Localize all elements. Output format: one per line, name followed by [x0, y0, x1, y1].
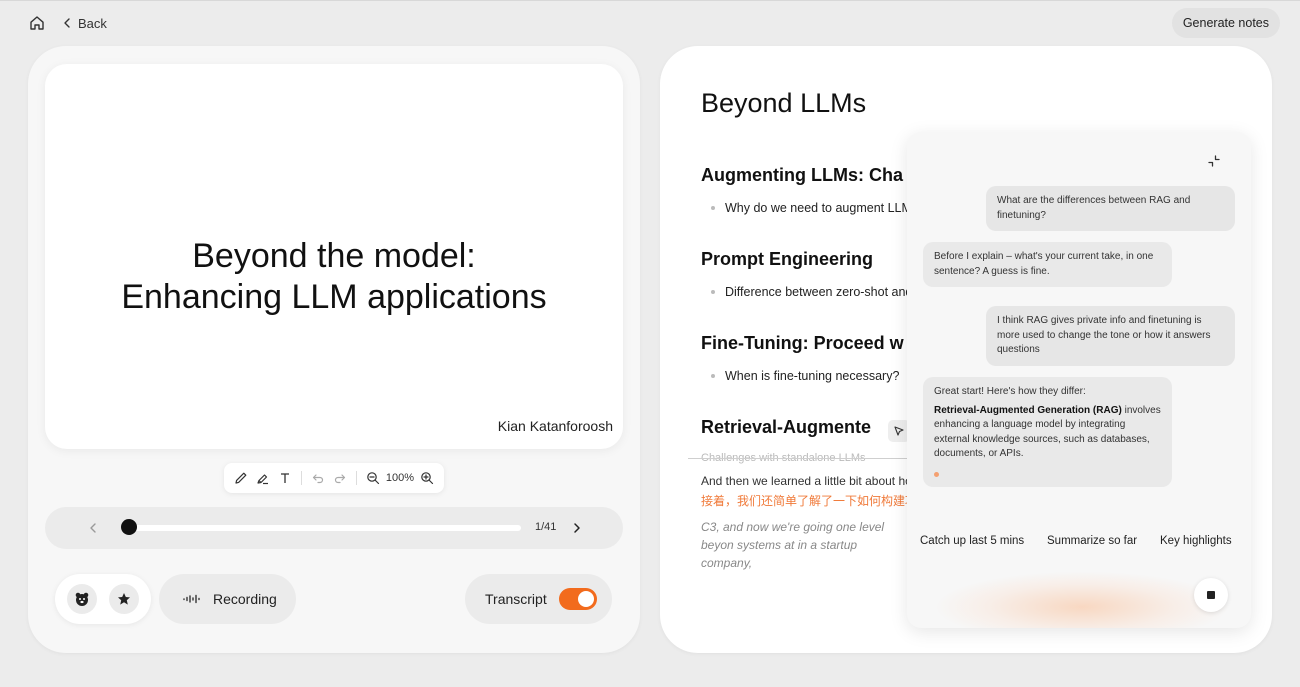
section-bullet: When is fine-tuning necessary?	[711, 369, 899, 383]
assistant-message: Before I explain – what's your current t…	[923, 242, 1172, 287]
page-counter: 1/41	[535, 521, 557, 533]
stop-icon	[1207, 591, 1215, 599]
mascot-button[interactable]	[67, 584, 97, 614]
section-bullet: Why do we need to augment LLM	[711, 201, 912, 215]
bullet-dot	[711, 206, 715, 210]
typing-indicator	[934, 471, 939, 477]
collapse-icon[interactable]	[1205, 152, 1223, 170]
slide-panel: Beyond the model: Enhancing LLM applicat…	[28, 46, 640, 653]
home-icon	[30, 16, 44, 30]
transcript-label: Transcript	[485, 591, 547, 607]
section-heading: Augmenting LLMs: Cha	[701, 165, 903, 185]
transcript-chinese: 接着，我们还简单了解了一下如何构建项	[701, 494, 918, 508]
user-message: What are the differences between RAG and…	[986, 186, 1235, 231]
highlighter-tool[interactable]	[254, 468, 272, 488]
slide-canvas: Beyond the model: Enhancing LLM applicat…	[45, 64, 623, 449]
next-slide-button[interactable]	[567, 518, 587, 538]
bullet-dot	[711, 374, 715, 378]
pencil-icon	[235, 472, 247, 484]
section-heading: Prompt Engineering	[701, 249, 874, 269]
annotation-toolbar: 100%	[224, 463, 444, 493]
bear-icon	[75, 592, 89, 606]
zoom-out-icon	[367, 472, 379, 485]
home-button[interactable]	[26, 12, 48, 34]
transcript-italic: C3, and now we're going one level beyon …	[701, 520, 885, 570]
highlighter-icon	[257, 474, 269, 485]
generate-notes-button[interactable]: Generate notes	[1171, 8, 1280, 38]
undo-icon	[312, 474, 324, 484]
zoom-out-button[interactable]	[364, 468, 382, 488]
zoom-in-button[interactable]	[418, 468, 436, 488]
text-tool[interactable]	[276, 468, 294, 488]
stop-button[interactable]	[1194, 578, 1228, 612]
text-icon	[281, 473, 290, 483]
voice-glow	[937, 572, 1227, 628]
assistant-buttons	[55, 574, 151, 624]
toolbar-divider	[355, 471, 357, 485]
zoom-in-icon	[421, 472, 434, 485]
chevron-left-icon	[90, 523, 96, 533]
back-button[interactable]: Back	[62, 13, 107, 33]
chat-panel: What are the differences between RAG and…	[907, 132, 1251, 628]
slide-navigator: 1/41	[45, 507, 623, 549]
assistant-answer: Retrieval-Augmented Generation (RAG) inv…	[934, 404, 1161, 462]
favorite-button[interactable]	[109, 584, 139, 614]
bullet-dot	[711, 290, 715, 294]
assistant-message: Great start! Here's how they differ: Ret…	[923, 377, 1172, 487]
slide-title: Beyond the model: Enhancing LLM applicat…	[121, 237, 547, 316]
redo-icon	[334, 474, 346, 484]
notes-title: Beyond LLMs	[701, 88, 867, 118]
recording-label: Recording	[213, 591, 277, 607]
cursor-icon	[894, 426, 904, 436]
waveform-icon	[183, 594, 200, 604]
transcript-control: Transcript	[465, 574, 612, 624]
section-heading: Fine-Tuning: Proceed w	[701, 333, 904, 353]
toggle-knob	[577, 591, 594, 607]
undo-button[interactable]	[309, 468, 327, 488]
back-label: Back	[78, 15, 107, 31]
quick-action-summarize[interactable]: Summarize so far	[1047, 535, 1137, 547]
slide-progress-thumb[interactable]	[121, 519, 137, 535]
transcript-divider	[688, 458, 908, 459]
quick-action-catch-up[interactable]: Catch up last 5 mins	[920, 535, 1024, 547]
quick-action-highlights[interactable]: Key highlights	[1160, 535, 1232, 547]
transcript-english: And then we learned a little bit about h…	[701, 474, 912, 488]
toolbar-divider	[301, 471, 302, 485]
zoom-level: 100%	[385, 472, 415, 484]
chevron-left-icon	[64, 18, 70, 28]
redo-button[interactable]	[331, 468, 349, 488]
section-heading: Retrieval-Augmente	[701, 417, 872, 437]
section-bullet: Difference between zero-shot and	[711, 285, 912, 299]
top-border	[0, 0, 1300, 1]
transcript-toggle[interactable]	[558, 588, 597, 610]
chevron-right-icon	[574, 523, 580, 533]
recording-button[interactable]: Recording	[159, 574, 296, 624]
user-message: I think RAG gives private info and finet…	[986, 306, 1235, 366]
previous-slide-button[interactable]	[83, 518, 103, 538]
slide-progress-track[interactable]	[121, 525, 521, 531]
pencil-tool[interactable]	[232, 468, 250, 488]
rag-term: Retrieval-Augmented Generation (RAG)	[934, 404, 1122, 416]
star-icon	[118, 593, 130, 605]
assistant-intro: Great start! Here's how they differ:	[934, 386, 1086, 397]
slide-author: Kian Katanforoosh	[497, 418, 613, 434]
